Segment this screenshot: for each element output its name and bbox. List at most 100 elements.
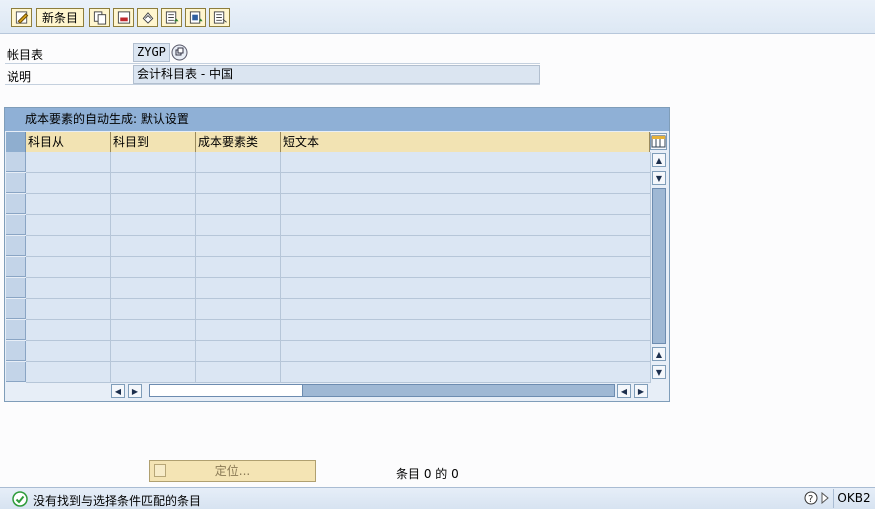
table-cell[interactable] — [111, 215, 196, 236]
row-selector[interactable] — [6, 341, 26, 361]
deselect-all-button[interactable] — [209, 8, 230, 27]
row-selector[interactable] — [6, 194, 26, 214]
table-cell[interactable] — [26, 299, 111, 320]
table-cell[interactable] — [196, 299, 281, 320]
table-cell[interactable] — [196, 320, 281, 341]
select-block-button[interactable] — [185, 8, 206, 27]
field-separator — [5, 63, 540, 64]
table-cell[interactable] — [281, 215, 651, 236]
value-help-icon[interactable] — [171, 44, 188, 61]
horizontal-scroll-track[interactable] — [149, 384, 615, 397]
page-up-button[interactable]: ▲ — [652, 347, 666, 361]
horizontal-scrollbar[interactable]: ◀ ▶ ◀ ▶ — [111, 383, 648, 399]
table-cell[interactable] — [196, 341, 281, 362]
vertical-scroll-thumb[interactable] — [652, 188, 666, 344]
success-check-icon — [12, 491, 28, 507]
select-all-rows-button[interactable] — [6, 132, 26, 152]
table-cell[interactable] — [111, 299, 196, 320]
scroll-first-button[interactable]: ◀ — [617, 384, 631, 398]
table-settings-button[interactable] — [650, 133, 667, 150]
table-cell[interactable] — [196, 194, 281, 215]
table-cell[interactable] — [281, 299, 651, 320]
column-header-account-from[interactable]: 科目从 — [26, 132, 111, 152]
table-cell[interactable] — [111, 173, 196, 194]
vertical-scrollbar[interactable]: ▲ ▼ ▲ ▼ — [651, 152, 667, 381]
row-selector[interactable] — [6, 152, 26, 172]
scroll-last-button[interactable]: ▶ — [634, 384, 648, 398]
column-header-short-text[interactable]: 短文本 — [281, 132, 650, 152]
help-icon[interactable]: ? — [804, 491, 818, 505]
cost-element-table: 成本要素的自动生成: 默认设置 科目从 科目到 成本要素类 短文本 ▲ ▼ ▲ … — [4, 107, 670, 402]
scroll-right-button[interactable]: ▶ — [128, 384, 142, 398]
table-cell[interactable] — [26, 362, 111, 383]
table-cell[interactable] — [111, 194, 196, 215]
deselect-all-icon — [213, 11, 227, 24]
row-selector[interactable] — [6, 320, 26, 340]
status-bar: 没有找到与选择条件匹配的条目 ? OKB2 — [0, 487, 875, 509]
page-down-button[interactable]: ▼ — [652, 365, 666, 379]
edit-toggle-icon — [15, 11, 28, 24]
table-cell[interactable] — [196, 173, 281, 194]
table-cell[interactable] — [196, 362, 281, 383]
table-cell[interactable] — [281, 152, 651, 173]
table-cell[interactable] — [111, 362, 196, 383]
copy-button[interactable] — [89, 8, 110, 27]
row-selector[interactable] — [6, 278, 26, 298]
table-cell[interactable] — [196, 236, 281, 257]
table-cell[interactable] — [26, 152, 111, 173]
new-entries-button[interactable]: 新条目 — [36, 8, 84, 27]
row-selector[interactable] — [6, 257, 26, 277]
table-cell[interactable] — [26, 257, 111, 278]
select-block-icon — [189, 11, 203, 24]
row-selector[interactable] — [6, 236, 26, 256]
table-cell[interactable] — [26, 341, 111, 362]
table-cell[interactable] — [196, 215, 281, 236]
triangle-right-icon: ▶ — [131, 386, 139, 396]
table-cell[interactable] — [26, 194, 111, 215]
undo-button[interactable] — [137, 8, 158, 27]
triangle-down-icon: ▼ — [655, 173, 663, 183]
delete-button[interactable] — [113, 8, 134, 27]
scroll-left-button[interactable]: ◀ — [111, 384, 125, 398]
expand-status-icon[interactable] — [820, 492, 830, 504]
table-cell[interactable] — [111, 320, 196, 341]
table-cell[interactable] — [281, 278, 651, 299]
table-cell[interactable] — [26, 236, 111, 257]
table-cell[interactable] — [281, 362, 651, 383]
table-cell[interactable] — [281, 341, 651, 362]
table-cell[interactable] — [111, 278, 196, 299]
table-cell[interactable] — [26, 278, 111, 299]
row-selector[interactable] — [6, 215, 26, 235]
position-icon — [154, 464, 166, 477]
table-cell[interactable] — [111, 257, 196, 278]
table-cell[interactable] — [196, 152, 281, 173]
table-cell[interactable] — [111, 341, 196, 362]
table-cell[interactable] — [26, 173, 111, 194]
edit-toggle-button[interactable] — [11, 8, 32, 27]
table-cell[interactable] — [26, 215, 111, 236]
table-cell[interactable] — [26, 320, 111, 341]
scroll-down-button[interactable]: ▼ — [652, 171, 666, 185]
position-button[interactable]: 定位... — [149, 460, 316, 482]
select-all-button[interactable] — [161, 8, 182, 27]
table-cell[interactable] — [111, 152, 196, 173]
table-cell[interactable] — [281, 236, 651, 257]
row-selector[interactable] — [6, 362, 26, 382]
table-cell[interactable] — [196, 278, 281, 299]
table-cell[interactable] — [281, 173, 651, 194]
row-selector[interactable] — [6, 173, 26, 193]
table-cell[interactable] — [281, 257, 651, 278]
table-cell[interactable] — [111, 236, 196, 257]
chart-of-accounts-field[interactable]: ZYGP — [133, 43, 170, 62]
new-entries-label: 新条目 — [42, 11, 79, 25]
table-cell[interactable] — [281, 194, 651, 215]
table-title: 成本要素的自动生成: 默认设置 — [5, 108, 669, 131]
table-cell[interactable] — [281, 320, 651, 341]
horizontal-scroll-thumb[interactable] — [150, 385, 303, 396]
triangle-down-icon: ▼ — [655, 367, 663, 377]
scroll-up-button[interactable]: ▲ — [652, 153, 666, 167]
table-cell[interactable] — [196, 257, 281, 278]
column-header-cost-element-category[interactable]: 成本要素类 — [196, 132, 281, 152]
row-selector[interactable] — [6, 299, 26, 319]
column-header-account-to[interactable]: 科目到 — [111, 132, 196, 152]
